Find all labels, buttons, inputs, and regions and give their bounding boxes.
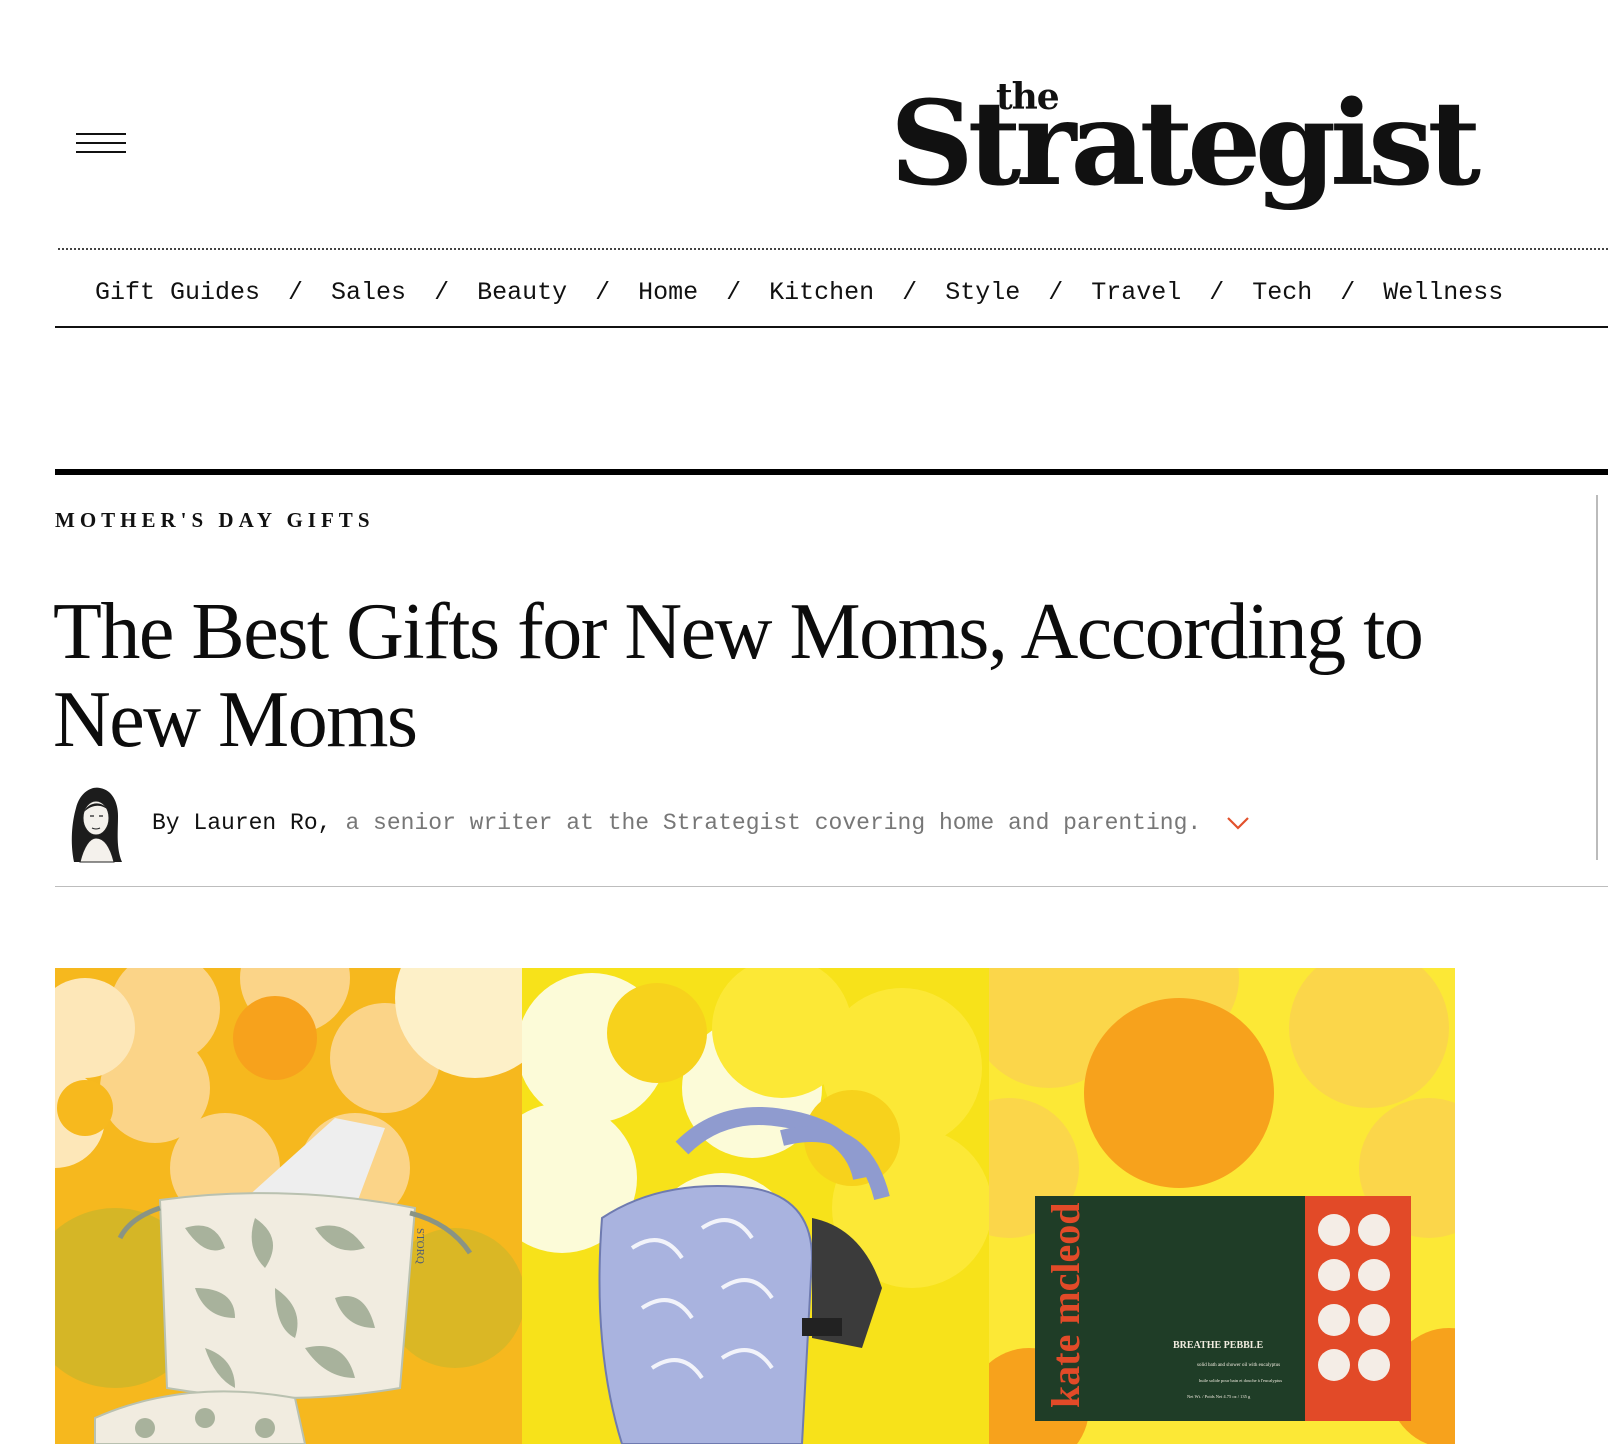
bath-pebble-illustration: kate mcleod BREATHE PEBBLE solid bath an…: [989, 968, 1455, 1444]
nav-separator: /: [1340, 277, 1356, 307]
nav-item-tech[interactable]: Tech: [1252, 278, 1312, 307]
nav-item-wellness[interactable]: Wellness: [1383, 278, 1503, 307]
chevron-down-icon[interactable]: [1225, 813, 1251, 833]
article-rubric[interactable]: Mother's Day Gifts: [55, 508, 375, 533]
nav-item-gift-guides[interactable]: Gift Guides: [95, 278, 260, 307]
nav-divider: [55, 326, 1608, 328]
nav-separator: /: [595, 277, 611, 307]
header-divider: [58, 248, 1608, 250]
kate-mcleod-logo: kate mcleod: [1043, 1202, 1088, 1408]
author-description: a senior writer at the Strategist coveri…: [345, 810, 1202, 836]
logo-wordmark: Strategist: [890, 76, 1481, 212]
article-top-rule: [55, 469, 1608, 475]
nav-item-sales[interactable]: Sales: [331, 278, 406, 307]
nav-item-kitchen[interactable]: Kitchen: [769, 278, 874, 307]
hero-image: STORQ kate mcleod BREATHE PEBBLE solid b…: [55, 968, 1455, 1444]
byline: By Lauren Ro, a senior writer at the Str…: [58, 782, 1251, 864]
byline-text: By Lauren Ro,: [152, 810, 331, 836]
nav-separator: /: [1048, 277, 1064, 307]
section-nav: Gift Guides / Sales / Beauty / Home / Ki…: [95, 272, 1608, 312]
product-description-fr: huile solide pour bain et douche à l'euc…: [1199, 1378, 1282, 1383]
product-weight: Net Wt. / Poids Net 4.75 oz / 135 g: [1187, 1394, 1251, 1399]
byline-prefix: By: [152, 810, 180, 836]
storq-label: STORQ: [414, 1228, 426, 1264]
nav-item-beauty[interactable]: Beauty: [477, 278, 567, 307]
nav-separator: /: [434, 277, 450, 307]
article-headline: The Best Gifts for New Moms, According t…: [53, 588, 1424, 764]
nav-separator: /: [902, 277, 918, 307]
hamburger-menu-icon[interactable]: [76, 130, 128, 160]
menu-bar: [76, 133, 126, 135]
nav-separator: /: [1209, 277, 1225, 307]
nav-item-style[interactable]: Style: [945, 278, 1020, 307]
author-name[interactable]: Lauren Ro,: [193, 810, 331, 836]
nav-item-travel[interactable]: Travel: [1091, 278, 1181, 307]
nav-separator: /: [288, 277, 304, 307]
menu-bar: [76, 151, 126, 153]
site-logo[interactable]: the Strategist: [890, 72, 1481, 222]
nav-item-home[interactable]: Home: [638, 278, 698, 307]
sidebar-divider: [1596, 495, 1598, 860]
baby-carrier-illustration: [522, 968, 989, 1444]
menu-bar: [76, 142, 126, 144]
hero-panel-baby-carrier: [522, 968, 989, 1444]
product-description: solid bath and shower oil with eucalyptu…: [1197, 1363, 1280, 1368]
product-name: BREATHE PEBBLE: [1173, 1340, 1263, 1351]
wet-bag-illustration: STORQ: [55, 968, 522, 1444]
author-avatar[interactable]: [58, 782, 130, 864]
nav-separator: /: [726, 277, 742, 307]
byline-divider: [55, 886, 1608, 887]
hero-panel-bath-pebble: kate mcleod BREATHE PEBBLE solid bath an…: [989, 968, 1455, 1444]
hero-panel-wet-bag: STORQ: [55, 968, 522, 1444]
